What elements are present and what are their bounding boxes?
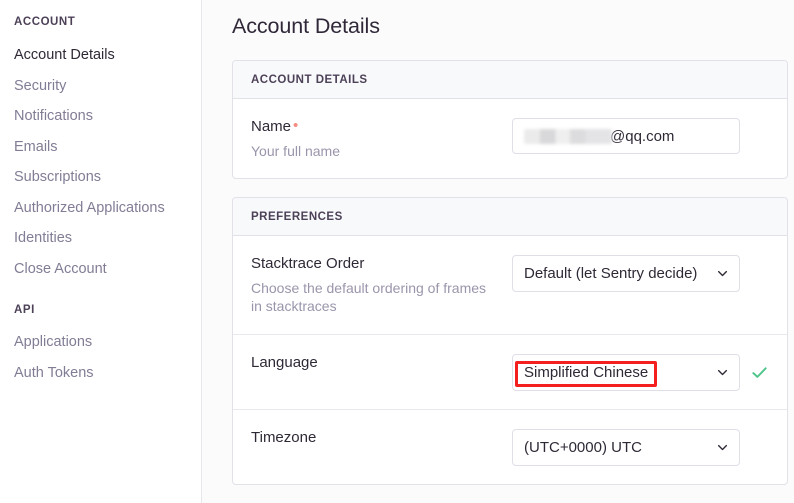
field-row-name: Name • Your full name @qq.com [233, 99, 787, 178]
sidebar-item-security[interactable]: Security [14, 78, 201, 94]
sidebar-item-account-details[interactable]: Account Details [14, 48, 201, 63]
name-input-value-suffix: @qq.com [610, 127, 675, 145]
field-row-timezone: Timezone (UTC+0000) UTC [233, 410, 787, 484]
field-row-stacktrace-order: Stacktrace Order Choose the default orde… [233, 236, 787, 335]
chevron-down-icon [717, 268, 728, 279]
field-help-stacktrace-order: Choose the default ordering of frames in… [251, 279, 487, 315]
field-control-name: @qq.com [512, 117, 769, 154]
sidebar-item-auth-tokens[interactable]: Auth Tokens [14, 365, 201, 381]
settings-main-content: Account Details ACCOUNT DETAILS Name • Yo… [202, 0, 794, 503]
chevron-down-icon [717, 367, 728, 378]
panel-header-account-details: ACCOUNT DETAILS [233, 61, 787, 99]
field-label-stacktrace-order: Stacktrace Order [251, 255, 365, 273]
stacktrace-order-select[interactable]: Default (let Sentry decide) [512, 255, 740, 293]
redacted-value-overlay [524, 128, 612, 144]
field-control-stacktrace-order: Default (let Sentry decide) [512, 254, 769, 293]
field-label-timezone: Timezone [251, 428, 317, 446]
field-label-group-timezone: Timezone [251, 428, 512, 448]
field-label-group-stacktrace-order: Stacktrace Order Choose the default orde… [251, 254, 512, 316]
page-title: Account Details [232, 14, 380, 38]
control-spacer [740, 273, 769, 274]
field-label-group-name: Name • Your full name [251, 117, 512, 160]
sidebar-item-emails[interactable]: Emails [14, 139, 201, 155]
stacktrace-order-select-value: Default (let Sentry decide) [524, 265, 698, 283]
timezone-select[interactable]: (UTC+0000) UTC [512, 428, 740, 466]
sidebar-item-authorized-applications[interactable]: Authorized Applications [14, 200, 201, 216]
settings-sidebar: ACCOUNT Account Details Security Notific… [0, 0, 202, 503]
sidebar-item-notifications[interactable]: Notifications [14, 109, 201, 124]
sidebar-heading-api: API [14, 304, 35, 316]
language-select-wrapper: Simplified Chinese [512, 353, 740, 391]
language-select-value: Simplified Chinese [524, 363, 649, 381]
saved-check-icon [750, 363, 769, 382]
field-row-language: Language Simplified Chinese [233, 335, 787, 410]
name-input[interactable]: @qq.com [512, 118, 740, 154]
sidebar-item-identities[interactable]: Identities [14, 231, 201, 246]
timezone-select-value: (UTC+0000) UTC [524, 438, 642, 456]
account-settings-page: ACCOUNT Account Details Security Notific… [0, 0, 794, 503]
panel-preferences: PREFERENCES Stacktrace Order Choose the … [232, 197, 788, 485]
language-select[interactable]: Simplified Chinese [512, 353, 740, 391]
stacktrace-order-select-wrapper: Default (let Sentry decide) [512, 255, 740, 293]
control-spacer [740, 447, 769, 448]
control-spacer [740, 136, 769, 137]
field-label-name-text: Name [251, 118, 292, 135]
field-label-name: Name • [251, 118, 496, 137]
field-control-timezone: (UTC+0000) UTC [512, 428, 769, 466]
field-control-language: Simplified Chinese [512, 353, 769, 391]
sidebar-heading-account: ACCOUNT [14, 16, 76, 28]
field-help-name: Your full name [251, 142, 340, 159]
sidebar-item-applications[interactable]: Applications [14, 335, 201, 350]
sidebar-item-subscriptions[interactable]: Subscriptions [14, 170, 201, 185]
field-label-group-language: Language [251, 353, 512, 373]
chevron-down-icon [717, 442, 728, 453]
field-label-language: Language [251, 353, 318, 371]
panel-account-details: ACCOUNT DETAILS Name • Your full name @qq… [232, 60, 788, 180]
panel-header-preferences: PREFERENCES [233, 198, 787, 237]
required-indicator-icon: • [293, 117, 299, 134]
sidebar-item-close-account[interactable]: Close Account [14, 261, 201, 277]
timezone-select-wrapper: (UTC+0000) UTC [512, 428, 740, 466]
